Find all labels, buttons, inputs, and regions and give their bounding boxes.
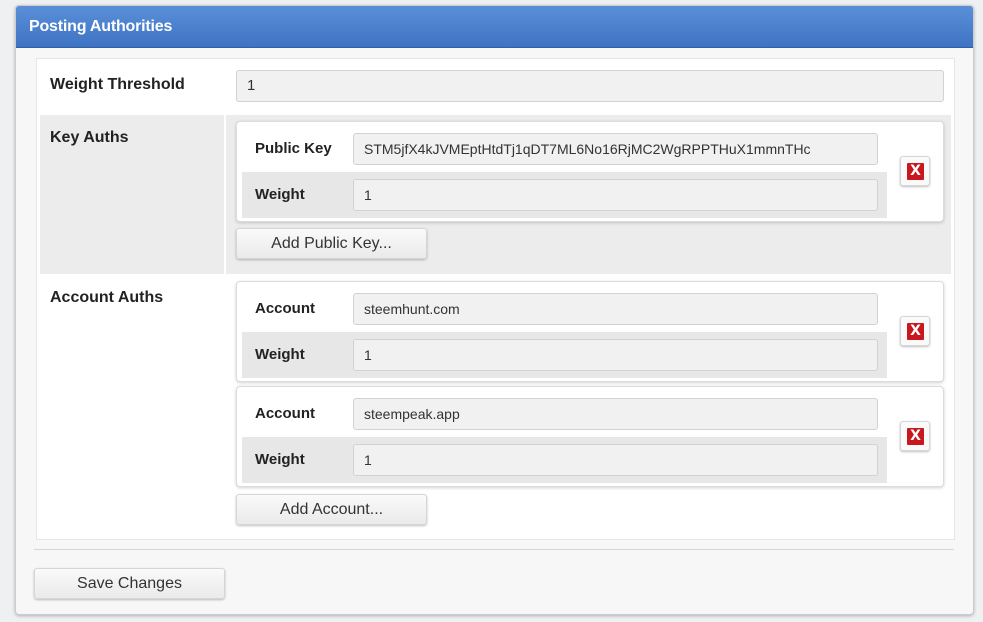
divider bbox=[34, 549, 954, 550]
account-label: Account bbox=[255, 300, 315, 317]
public-key-label: Public Key bbox=[255, 140, 332, 157]
weight-label: Weight bbox=[255, 451, 305, 468]
add-account-button[interactable]: Add Account... bbox=[236, 494, 427, 525]
weight-label: Weight bbox=[255, 186, 305, 203]
save-changes-button[interactable]: Save Changes bbox=[34, 568, 225, 599]
account-auth-card: Account steemhunt.com Weight 1 X bbox=[236, 281, 944, 382]
add-public-key-button[interactable]: Add Public Key... bbox=[236, 228, 427, 259]
account-row: Account steempeak.app bbox=[242, 391, 887, 437]
panel-title: Posting Authorities bbox=[16, 6, 973, 48]
close-icon: X bbox=[907, 323, 924, 340]
public-key-input[interactable]: STM5jfX4kJVMEptHtdTj1qDT7ML6No16RjMC2WgR… bbox=[353, 133, 878, 165]
key-auths-row: Key Auths Public Key STM5jfX4kJVMEptHtdT… bbox=[40, 115, 951, 274]
close-icon: X bbox=[907, 428, 924, 445]
remove-key-button[interactable]: X bbox=[900, 156, 930, 186]
account-input[interactable]: steempeak.app bbox=[353, 398, 878, 430]
weight-threshold-row: Weight Threshold 1 bbox=[40, 62, 951, 114]
remove-account-button[interactable]: X bbox=[900, 316, 930, 346]
posting-authorities-panel: Posting Authorities Weight Threshold 1 K… bbox=[15, 5, 974, 615]
account-label: Account bbox=[255, 405, 315, 422]
weight-threshold-label: Weight Threshold bbox=[50, 76, 185, 93]
account-weight-row: Weight 1 bbox=[242, 437, 887, 483]
account-row: Account steemhunt.com bbox=[242, 286, 887, 332]
key-weight-input[interactable]: 1 bbox=[353, 179, 878, 211]
account-input[interactable]: steemhunt.com bbox=[353, 293, 878, 325]
account-weight-input[interactable]: 1 bbox=[353, 339, 878, 371]
account-auths-label: Account Auths bbox=[50, 289, 164, 306]
account-auths-row: Account Auths Account steemhunt.com Weig… bbox=[40, 275, 951, 537]
close-icon: X bbox=[907, 163, 924, 180]
key-weight-row: Weight 1 bbox=[242, 172, 887, 218]
remove-account-button[interactable]: X bbox=[900, 421, 930, 451]
weight-threshold-input[interactable]: 1 bbox=[236, 70, 944, 102]
account-auth-card: Account steempeak.app Weight 1 X bbox=[236, 386, 944, 487]
account-weight-input[interactable]: 1 bbox=[353, 444, 878, 476]
public-key-row: Public Key STM5jfX4kJVMEptHtdTj1qDT7ML6N… bbox=[242, 126, 887, 172]
authorities-form: Weight Threshold 1 Key Auths Public Key … bbox=[36, 58, 955, 540]
key-auth-card: Public Key STM5jfX4kJVMEptHtdTj1qDT7ML6N… bbox=[236, 121, 944, 222]
weight-label: Weight bbox=[255, 346, 305, 363]
account-weight-row: Weight 1 bbox=[242, 332, 887, 378]
key-auths-label: Key Auths bbox=[40, 115, 224, 274]
